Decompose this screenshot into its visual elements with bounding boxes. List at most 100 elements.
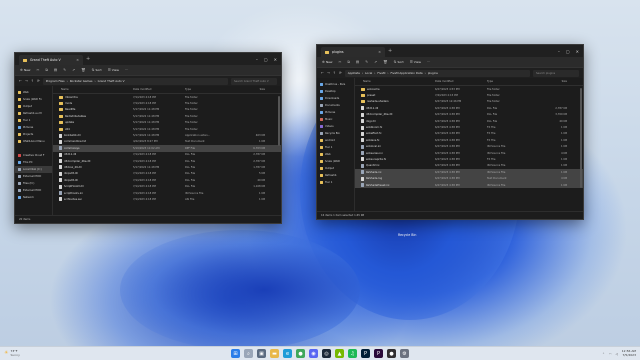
nav-item[interactable]: Local Disk (C:) xyxy=(15,166,52,173)
breadcrumb[interactable]: AppData › Local › FiveM › FiveM Application… xyxy=(344,69,530,77)
column-name[interactable]: Name xyxy=(53,88,133,91)
chrome-icon[interactable]: ● xyxy=(296,349,305,358)
forward-icon[interactable]: → xyxy=(25,79,28,83)
nav-item[interactable]: Creative Cloud F xyxy=(15,152,52,159)
more-icon[interactable]: ⋯ xyxy=(427,60,431,64)
new-button[interactable]: ⊕ New xyxy=(20,68,30,72)
back-icon[interactable]: ← xyxy=(19,79,22,83)
column-size[interactable]: Size xyxy=(235,88,265,91)
column-date[interactable]: Date modified xyxy=(435,80,487,83)
column-size[interactable]: Size xyxy=(537,80,567,83)
delete-icon[interactable]: 🗑 xyxy=(383,60,387,64)
delete-icon[interactable]: 🗑 xyxy=(81,68,85,72)
scrollbar[interactable] xyxy=(278,96,280,146)
nav-item[interactable]: Music xyxy=(317,116,354,123)
nav-item[interactable]: Web xyxy=(317,151,354,158)
edge-icon[interactable]: e xyxy=(283,349,292,358)
nav-item[interactable]: Pictures xyxy=(317,109,354,116)
maximize-button[interactable]: ▢ xyxy=(264,57,268,62)
refresh-icon[interactable]: ⟳ xyxy=(339,71,342,75)
new-button[interactable]: ⊕ New xyxy=(322,60,332,64)
nav-item[interactable]: Recycle Bin xyxy=(317,130,354,137)
close-tab-icon[interactable]: × xyxy=(378,50,381,54)
nav-item[interactable]: OfeDLbool Manu xyxy=(15,138,52,145)
sort-button[interactable]: ⇅ Sort xyxy=(394,60,404,64)
recycle-bin-label[interactable]: Recycle Bin xyxy=(398,233,416,237)
share-icon[interactable]: ↗ xyxy=(72,68,75,72)
rename-icon[interactable]: ✎ xyxy=(63,68,66,72)
nav-item[interactable]: This PC xyxy=(15,159,52,166)
refresh-icon[interactable]: ⟳ xyxy=(37,79,40,83)
explorer-icon[interactable]: ▬ xyxy=(270,349,279,358)
nav-item[interactable]: Videos xyxy=(317,123,354,130)
close-button[interactable]: ✕ xyxy=(274,57,277,62)
explorer-window-gta[interactable]: Grand Theft Auto V × + – ▢ ✕ ⊕ New ✂ ⧉ ▤ … xyxy=(14,52,282,224)
photoshop-icon[interactable]: P xyxy=(361,349,370,358)
nav-item[interactable]: Tier 1 xyxy=(317,179,354,186)
close-tab-icon[interactable]: × xyxy=(76,58,79,62)
file-row[interactable]: ReShadePreset.ini 6/27/2023 4:38 PM INI So… xyxy=(355,181,583,189)
tab-plugins[interactable]: plugins × xyxy=(321,47,385,57)
file-row[interactable]: scrhkvdes.asi 7/1/2023 4:18 PM ASI File 1 K… xyxy=(53,196,281,202)
up-icon[interactable]: ↑ xyxy=(333,71,336,75)
nav-item[interactable]: OneDrive - Pers xyxy=(317,81,354,88)
nav-item[interactable]: Externall HDD xyxy=(15,173,52,180)
search-input[interactable]: Search Grand Theft Auto V xyxy=(231,77,277,85)
cut-icon[interactable]: ✂ xyxy=(36,68,39,72)
view-button[interactable]: ☰ View xyxy=(410,60,421,64)
nav-item[interactable]: Files (D:) xyxy=(15,180,52,187)
view-button[interactable]: ☰ View xyxy=(108,68,119,72)
obs-icon[interactable]: ● xyxy=(387,349,396,358)
forward-icon[interactable]: → xyxy=(327,71,330,75)
weather-widget[interactable]: ☀ 73°F Sunny xyxy=(4,349,20,357)
sort-button[interactable]: ⇅ Sort xyxy=(92,68,102,72)
up-icon[interactable]: ↑ xyxy=(31,79,34,83)
nav-item[interactable]: Pictures xyxy=(15,124,52,131)
new-tab-button[interactable]: + xyxy=(388,48,392,54)
breadcrumb-item[interactable]: AppData xyxy=(348,71,360,75)
nav-item[interactable]: Output xyxy=(317,165,354,172)
minimize-button[interactable]: – xyxy=(558,49,560,54)
nav-item[interactable]: Desktop xyxy=(317,88,354,95)
search-input[interactable]: Search plugins xyxy=(533,69,579,77)
column-date[interactable]: Date modified xyxy=(133,88,185,91)
nav-item[interactable]: Downloads xyxy=(317,95,354,102)
spotify-icon[interactable]: ♫ xyxy=(348,349,357,358)
tab-gta[interactable]: Grand Theft Auto V × xyxy=(19,55,83,65)
column-type[interactable]: Type xyxy=(487,80,537,83)
nav-item[interactable]: Documents xyxy=(317,102,354,109)
search-icon[interactable]: ⌕ xyxy=(244,349,253,358)
clock[interactable]: 12:56 AM 7/5/2023 xyxy=(622,349,636,357)
column-name[interactable]: Name xyxy=(355,80,435,83)
nav-item[interactable]: Refreshb eu M xyxy=(15,110,52,117)
volume-icon[interactable]: ◁ xyxy=(615,352,617,356)
minimize-button[interactable]: – xyxy=(256,57,258,62)
nav-item[interactable]: Externall HDD xyxy=(15,187,52,194)
breadcrumb-item[interactable]: plugins xyxy=(428,71,438,75)
close-button[interactable]: ✕ xyxy=(576,49,579,54)
paste-icon[interactable]: ▤ xyxy=(54,68,57,72)
share-icon[interactable]: ↗ xyxy=(374,60,377,64)
paste-icon[interactable]: ▤ xyxy=(356,60,359,64)
nav-item[interactable]: Web xyxy=(15,89,52,96)
breadcrumb-item[interactable]: Grand Theft Auto V xyxy=(98,79,125,83)
copy-icon[interactable]: ⧉ xyxy=(45,68,48,72)
breadcrumb-item[interactable]: Program Files xyxy=(46,79,65,83)
more-icon[interactable]: ⋯ xyxy=(125,68,129,72)
steam-icon[interactable]: ◎ xyxy=(322,349,331,358)
nav-item[interactable]: Scale (WAD xyxy=(317,158,354,165)
explorer-window-plugins[interactable]: plugins × + – ▢ ✕ ⊕ New ✂ ⧉ ▤ ✎ ↗ 🗑 ⇅ Sort… xyxy=(316,44,584,220)
discord-icon[interactable]: ◉ xyxy=(309,349,318,358)
back-icon[interactable]: ← xyxy=(321,71,324,75)
nvidia-icon[interactable]: ▲ xyxy=(335,349,344,358)
new-tab-button[interactable]: + xyxy=(86,56,90,62)
breadcrumb-item[interactable]: FiveM xyxy=(377,71,385,75)
wifi-icon[interactable]: ◠ xyxy=(609,352,612,356)
nav-item[interactable]: Tier 1 xyxy=(317,144,354,151)
premiere-icon[interactable]: P xyxy=(374,349,383,358)
nav-item[interactable]: Tier 1 xyxy=(15,117,52,124)
maximize-button[interactable]: ▢ xyxy=(566,49,570,54)
nav-item[interactable]: Scale (WAD Fo xyxy=(15,96,52,103)
nav-item[interactable] xyxy=(15,145,52,152)
nav-item[interactable]: Network xyxy=(15,194,52,201)
